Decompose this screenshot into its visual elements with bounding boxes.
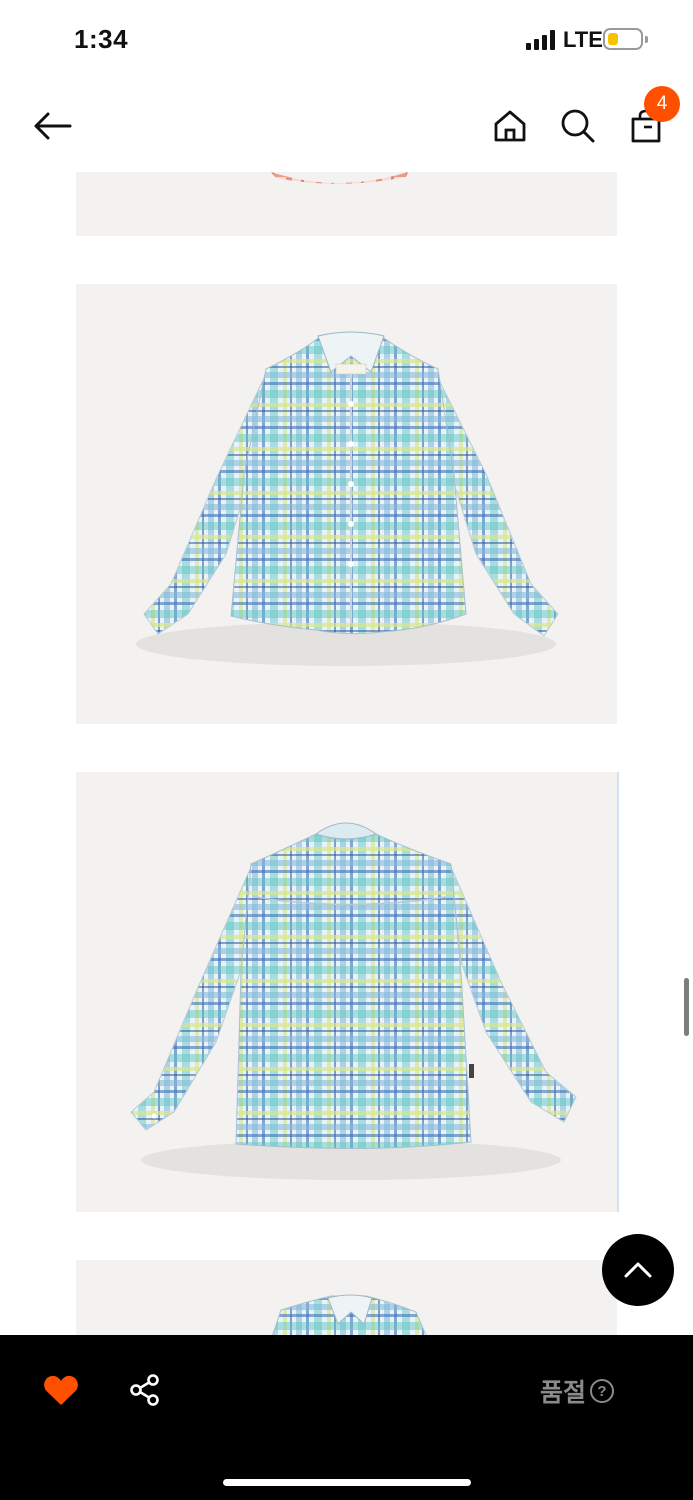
search-button[interactable] [554,102,602,150]
product-image [76,284,617,724]
product-image [76,172,617,236]
network-label: LTE [563,27,603,52]
battery-icon [603,28,648,50]
share-icon [130,1374,159,1406]
scroll-to-top-button[interactable] [602,1234,674,1306]
status-bar: 1:34 LTE [0,0,693,80]
status-time: 1:34 [74,24,129,54]
arrow-left-icon [34,112,72,140]
heart-icon [44,1375,78,1405]
product-image [76,772,619,1212]
product-image [76,1260,617,1340]
home-icon [494,110,526,142]
soldout-status[interactable]: 품절 ? [540,1373,615,1409]
scrollbar[interactable] [684,978,689,1036]
like-button[interactable] [40,1369,82,1411]
question-circle-icon[interactable]: ? [590,1379,615,1403]
home-button[interactable] [486,102,534,150]
share-button[interactable] [124,1369,166,1411]
signal-icon [526,30,558,50]
search-icon [561,109,595,143]
top-navigation [0,80,693,172]
back-button[interactable] [26,100,78,152]
soldout-label: 품절 [540,1378,587,1407]
home-indicator [223,1479,471,1486]
bottom-action-bar: 품절 ? [0,1335,693,1500]
chevron-up-icon [624,1262,652,1278]
cart-count-badge: 4 [644,86,680,122]
